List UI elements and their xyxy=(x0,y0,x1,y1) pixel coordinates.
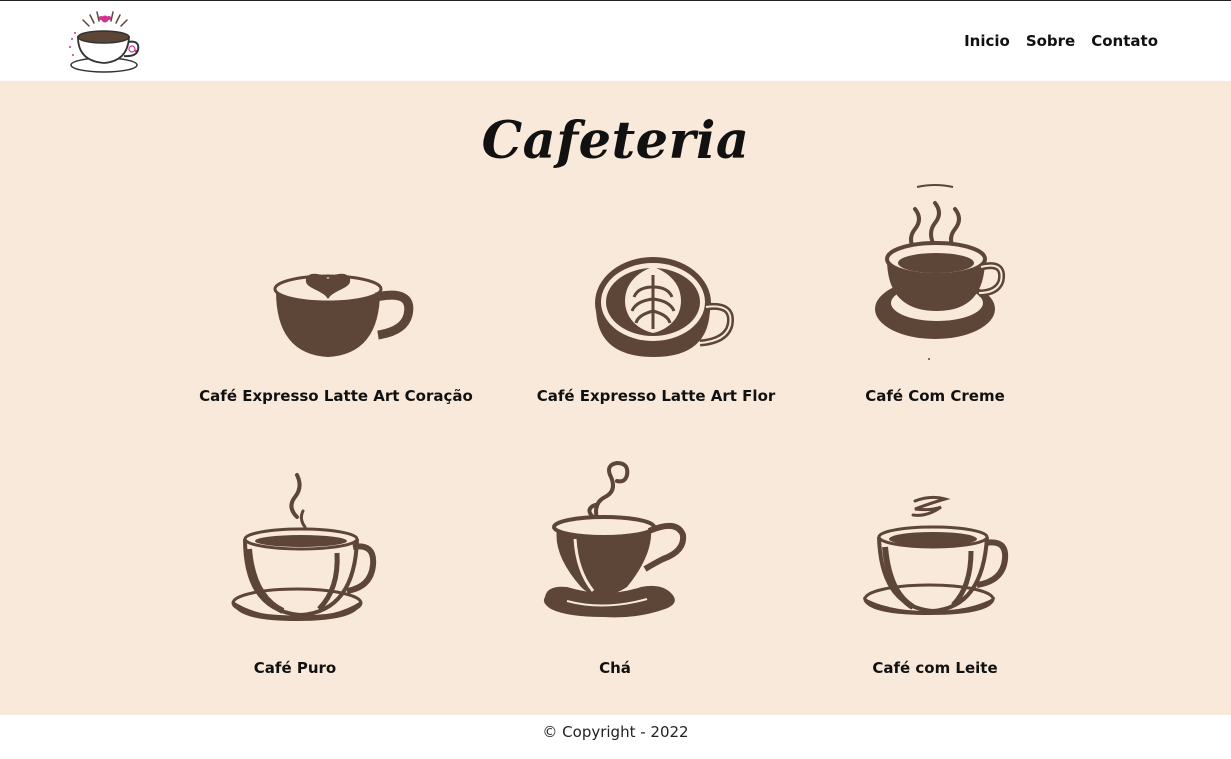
coffee-flower-latte-icon xyxy=(595,257,734,357)
product-name: Café Expresso Latte Art Flor xyxy=(536,387,776,405)
product-card[interactable]: Café Expresso Latte Art Flor xyxy=(516,257,796,411)
site-footer: © Copyright - 2022 xyxy=(0,715,1231,759)
product-card[interactable]: Café com Leite xyxy=(795,481,1075,679)
coffee-cup-logo-icon[interactable] xyxy=(66,9,144,77)
product-card[interactable]: Café Expresso Latte Art Coração xyxy=(196,261,476,411)
coffee-steam-saucer-icon xyxy=(875,184,1006,360)
coffee-heart-latte-icon xyxy=(273,273,414,357)
product-name: Chá xyxy=(599,659,631,677)
black-coffee-cup-icon xyxy=(231,473,377,621)
nav-contato-link[interactable]: Contato xyxy=(1091,32,1158,50)
product-card[interactable]: Café Puro xyxy=(155,469,435,679)
copyright-text: © Copyright - 2022 xyxy=(542,723,689,741)
product-card[interactable]: Café Com Creme xyxy=(795,181,1075,411)
nav-inicio-link[interactable]: Inicio xyxy=(964,32,1010,50)
main-nav: Inicio Sobre Contato xyxy=(964,32,1158,50)
site-header: Inicio Sobre Contato xyxy=(0,0,1231,81)
page-title: Cafeteria xyxy=(481,111,750,171)
product-name: Café com Leite xyxy=(872,659,998,677)
product-name: Café Puro xyxy=(253,659,337,677)
product-name: Café Expresso Latte Art Coração xyxy=(199,387,473,405)
nav-sobre-link[interactable]: Sobre xyxy=(1026,32,1075,50)
coffee-milk-cup-icon xyxy=(863,495,1009,615)
product-name: Café Com Creme xyxy=(865,387,1005,405)
page: Inicio Sobre Contato Cafeteria Café Expr… xyxy=(0,0,1231,759)
product-card[interactable]: Chá xyxy=(475,459,755,679)
teacup-icon xyxy=(543,460,687,618)
main-content: Cafeteria Café Expresso Latte Art Coraçã… xyxy=(0,81,1231,715)
